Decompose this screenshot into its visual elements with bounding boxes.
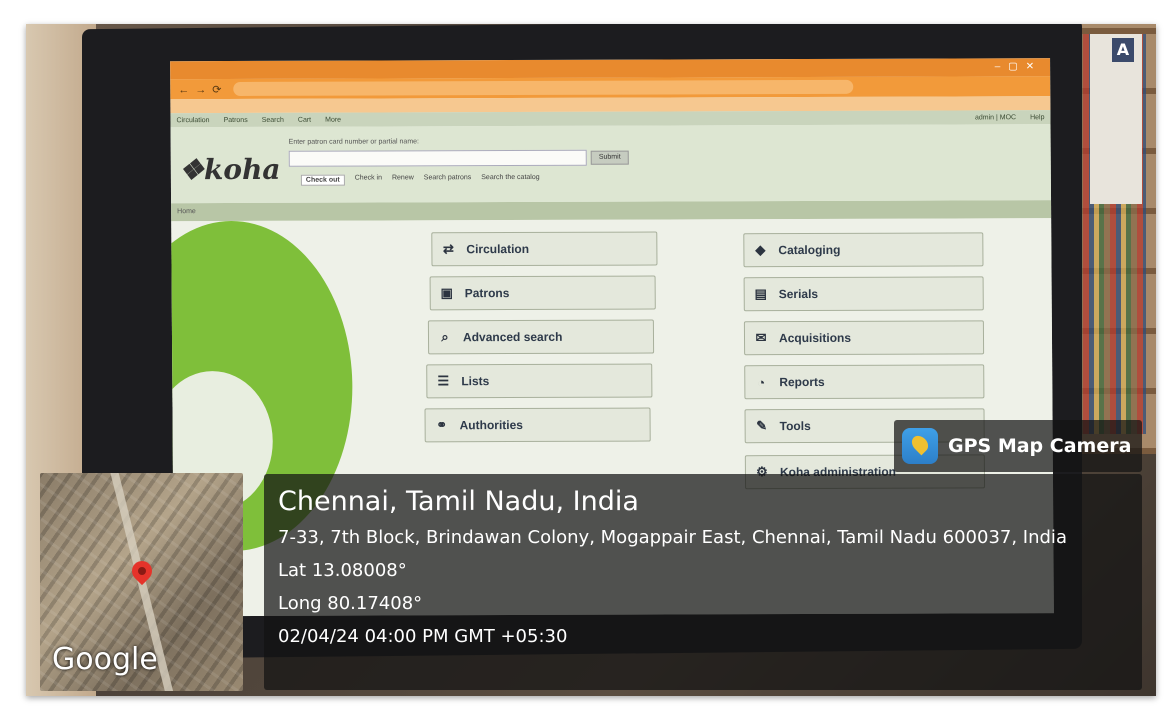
circulation-icon: ⇄: [442, 241, 454, 257]
location-latitude: Lat 13.08008°: [278, 560, 407, 581]
tile-advanced-search: ⌕ Advanced search: [427, 319, 655, 355]
tab-check-in: Check in: [354, 174, 382, 182]
tile-acquisitions: ✉ Acquisitions: [743, 320, 985, 356]
tile-reports: ◔ Reports: [744, 364, 985, 400]
tile-label: Circulation: [466, 241, 530, 257]
checkout-hint: Enter patron card number or partial name…: [288, 138, 420, 146]
tile-label: Patrons: [464, 286, 510, 301]
topnav-cart: Cart: [297, 116, 312, 124]
photo-frame: A –▢✕ ←→⟳ Circulation Patrons Search Car…: [0, 0, 1167, 719]
tile-lists: ☰ Lists: [426, 363, 653, 399]
topnav-help: Help: [1030, 113, 1045, 121]
lists-icon: ☰: [437, 373, 450, 389]
koha-header: ❖koha Enter patron card number or partia…: [170, 124, 1052, 204]
topnav-search: Search: [261, 116, 284, 124]
map-brand-label: Google: [52, 642, 158, 677]
tag-icon: ◆: [755, 242, 766, 258]
tile-label: Lists: [461, 374, 490, 389]
tile-patrons: ▣ Patrons: [429, 275, 656, 311]
tab-search-catalog: Search the catalog: [481, 173, 540, 182]
poster-letter: A: [1112, 38, 1134, 62]
gift-icon: ✉: [755, 330, 767, 346]
browser-tabbar: –▢✕: [170, 58, 1051, 80]
tab-renew: Renew: [391, 174, 414, 182]
location-city: Chennai, Tamil Nadu, India: [278, 486, 639, 517]
gps-map-camera-icon: [902, 428, 938, 464]
tile-label: Tools: [779, 418, 811, 434]
tile-circulation: ⇄ Circulation: [431, 231, 658, 267]
tile-label: Serials: [778, 286, 819, 302]
topnav-user: admin | MOC: [974, 113, 1017, 121]
patron-search-input: [288, 149, 587, 167]
location-longitude: Long 80.17408°: [278, 593, 423, 614]
tab-check-out: Check out: [300, 174, 345, 186]
topnav-circulation: Circulation: [176, 116, 210, 124]
gps-app-badge: GPS Map Camera: [894, 420, 1142, 472]
serials-icon: ▤: [754, 286, 767, 302]
tile-serials: ▤ Serials: [743, 276, 984, 312]
tile-authorities: ⚭ Authorities: [424, 407, 651, 443]
tile-label: Cataloging: [778, 242, 841, 258]
nav-buttons: ←→⟳: [178, 83, 228, 96]
topnav-patrons: Patrons: [223, 116, 248, 124]
wrench-icon: ✎: [756, 418, 768, 434]
window-controls: –▢✕: [994, 61, 1043, 73]
topnav-more: More: [325, 116, 342, 124]
map-thumbnail: Google: [40, 473, 243, 691]
search-icon: ⌕: [441, 329, 449, 345]
pie-chart-icon: ◔: [757, 374, 766, 390]
patrons-icon: ▣: [440, 285, 453, 301]
tile-label: Advanced search: [462, 329, 563, 345]
tile-label: Acquisitions: [778, 330, 852, 346]
location-datetime: 02/04/24 04:00 PM GMT +05:30: [278, 626, 568, 647]
location-info-panel: Chennai, Tamil Nadu, India 7-33, 7th Blo…: [264, 474, 1142, 690]
tile-label: Authorities: [459, 417, 524, 433]
koha-tabs: Check out Check in Renew Search patrons …: [300, 173, 540, 186]
koha-logo: ❖koha: [178, 152, 281, 187]
gps-app-name: GPS Map Camera: [948, 435, 1132, 457]
authorities-icon: ⚭: [436, 417, 448, 433]
tile-cataloging: ◆ Cataloging: [743, 232, 984, 268]
tile-label: Reports: [779, 374, 825, 390]
tab-search-patrons: Search patrons: [423, 174, 472, 182]
location-address: 7-33, 7th Block, Brindawan Colony, Mogap…: [278, 527, 1067, 548]
url-field: [233, 79, 854, 97]
submit-button: Submit: [590, 150, 629, 165]
